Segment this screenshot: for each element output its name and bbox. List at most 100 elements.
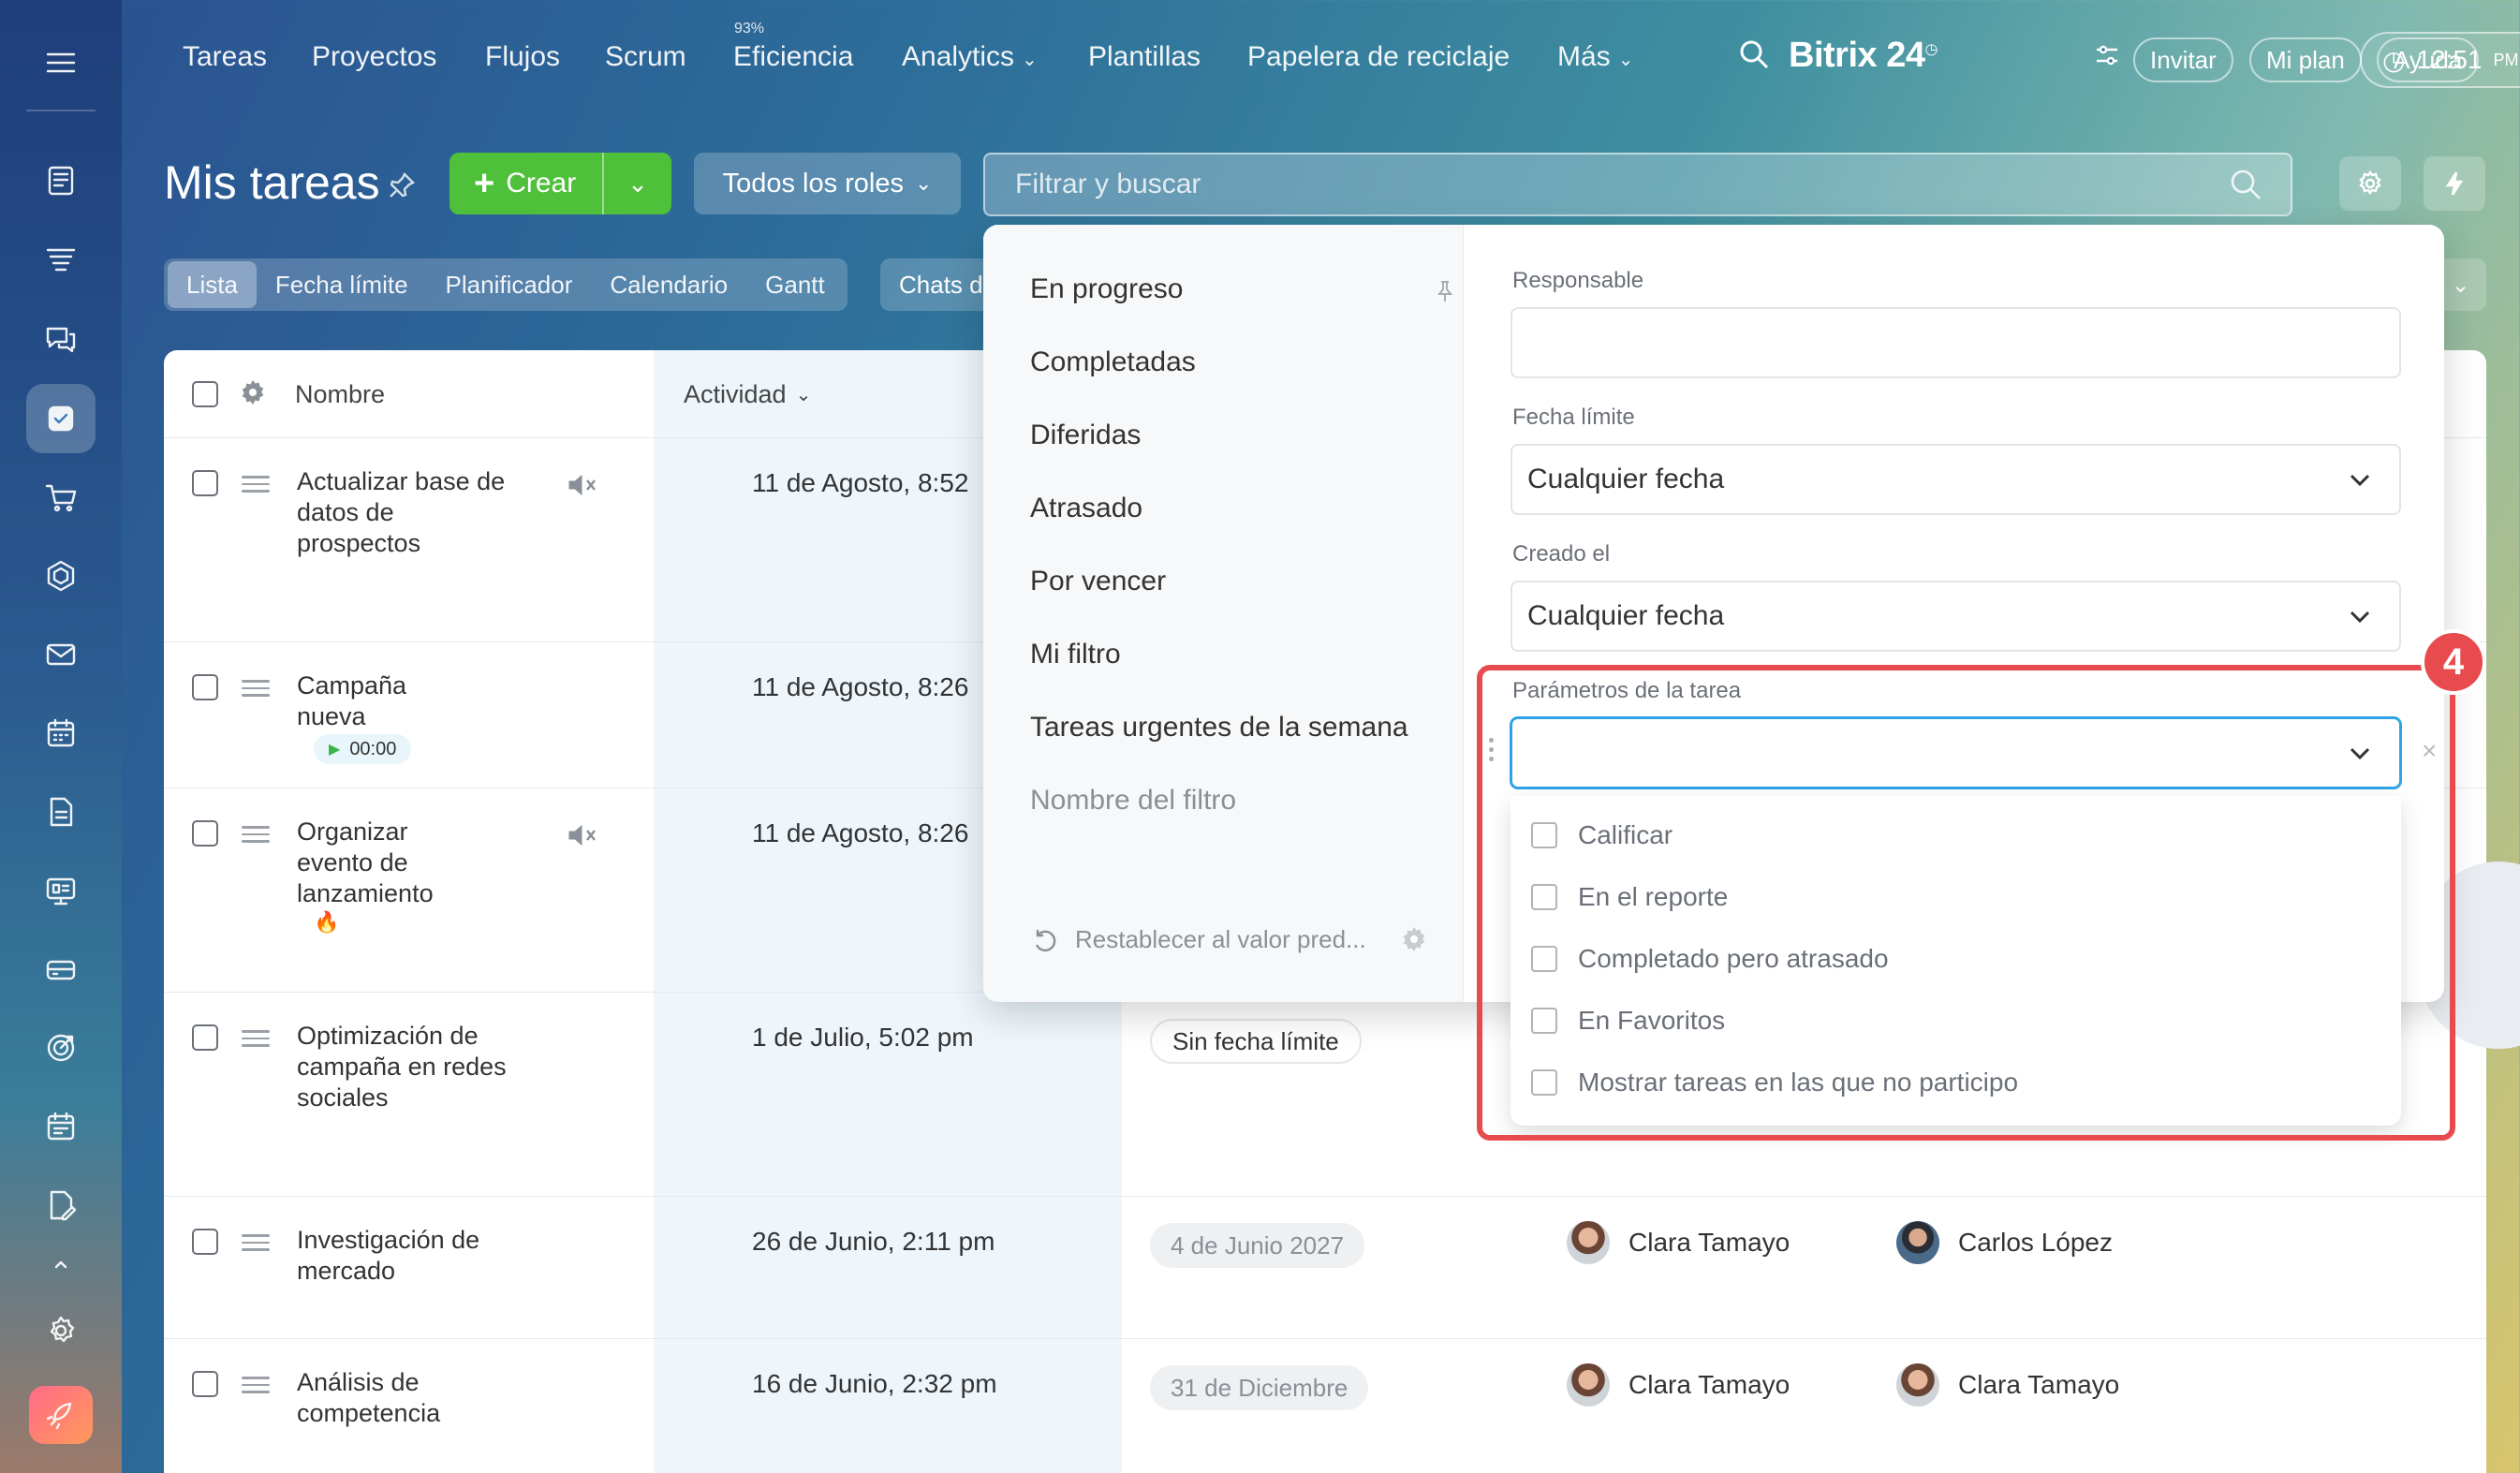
nav-efficiency[interactable]: Eficiencia	[733, 41, 853, 73]
mute-icon[interactable]	[567, 822, 600, 850]
pin-icon[interactable]	[387, 170, 419, 202]
task-name[interactable]: Optimización de campaña en redes sociale…	[297, 1021, 512, 1113]
workstation-icon[interactable]	[26, 856, 96, 925]
create-dropdown-chevron-icon[interactable]: ⌄	[604, 169, 671, 199]
drag-handle-icon[interactable]	[242, 1234, 270, 1251]
preset-my-filter[interactable]: Mi filtro	[1030, 639, 1121, 670]
drag-handle-icon[interactable]	[242, 826, 270, 843]
preset-in-progress[interactable]: En progreso	[1030, 273, 1183, 305]
preset-deferred[interactable]: Diferidas	[1030, 420, 1141, 451]
preset-completed[interactable]: Completadas	[1030, 346, 1196, 378]
sliders-icon[interactable]	[2093, 41, 2125, 73]
deadline-badge[interactable]: 4 de Junio 2027	[1150, 1223, 1365, 1268]
preset-urgent-week[interactable]: Tareas urgentes de la semana	[1030, 712, 1408, 744]
tab-planner[interactable]: Planificador	[427, 261, 592, 308]
deadline-badge[interactable]: Sin fecha límite	[1150, 1019, 1362, 1064]
search-icon[interactable]	[2229, 168, 2264, 203]
nav-templates[interactable]: Plantillas	[1088, 41, 1201, 73]
create-main[interactable]: + Crear	[449, 153, 604, 214]
create-button[interactable]: + Crear ⌄	[449, 153, 671, 214]
task-name[interactable]: Análisis de competencia	[297, 1367, 484, 1429]
tab-list[interactable]: Lista	[168, 261, 257, 308]
tab-calendar[interactable]: Calendario	[591, 261, 746, 308]
responsible-field[interactable]	[1511, 307, 2401, 378]
deadline-select[interactable]: Cualquier fecha	[1511, 444, 2401, 515]
crm-funnel-icon[interactable]	[26, 225, 96, 294]
sign-document-icon[interactable]	[26, 1171, 96, 1240]
row-checkbox[interactable]	[192, 1371, 218, 1397]
nav-tasks[interactable]: Tareas	[183, 41, 267, 73]
preset-due-soon[interactable]: Por vencer	[1030, 566, 1166, 597]
nav-projects[interactable]: Proyectos	[312, 41, 436, 73]
chat-icon[interactable]	[26, 303, 96, 373]
tab-deadline[interactable]: Fecha límite	[257, 261, 427, 308]
nav-recycle-bin[interactable]: Papelera de reciclaje	[1247, 41, 1510, 73]
row-checkbox[interactable]	[192, 470, 218, 496]
reset-default-button[interactable]: Restablecer al valor pred...	[1030, 925, 1366, 954]
list-settings-button[interactable]	[2339, 156, 2401, 211]
hexagon-icon[interactable]	[26, 541, 96, 611]
settings-icon[interactable]	[26, 1296, 96, 1365]
responsible-person[interactable]: Clara Tamayo	[1567, 1221, 1790, 1264]
filter-search-input[interactable]: Filtrar y buscar	[983, 153, 2292, 216]
creator-name: Carlos López	[1958, 1228, 2113, 1257]
task-name[interactable]: Investigación de mercado	[297, 1225, 512, 1287]
drag-handle-icon[interactable]	[242, 1377, 270, 1393]
menu-icon[interactable]	[26, 28, 96, 97]
rocket-icon[interactable]	[29, 1386, 93, 1444]
mute-icon[interactable]	[567, 472, 600, 500]
created-select[interactable]: Cualquier fecha	[1511, 581, 2401, 652]
nav-scrum[interactable]: Scrum	[605, 41, 686, 73]
my-plan-button[interactable]: Mi plan	[2249, 37, 2362, 82]
document-icon[interactable]	[26, 777, 96, 847]
drag-handle-icon[interactable]	[242, 680, 270, 697]
tasks-icon[interactable]	[26, 384, 96, 453]
select-all-checkbox[interactable]	[192, 381, 218, 407]
automation-button[interactable]	[2424, 156, 2485, 211]
row-checkbox[interactable]	[192, 1229, 218, 1255]
calendar-icon[interactable]	[26, 699, 96, 768]
invite-button[interactable]: Invitar	[2133, 37, 2233, 82]
deadline-badge[interactable]: 31 de Diciembre	[1150, 1365, 1369, 1410]
work-clock[interactable]: ◷ 12:51 PM	[2360, 32, 2520, 88]
task-name[interactable]: Campaña nueva	[297, 670, 437, 732]
activity-date: 1 de Julio, 5:02 pm	[752, 1023, 974, 1052]
col-name-header[interactable]: Nombre	[295, 380, 385, 409]
col-activity-header[interactable]: Actividad ⌄	[684, 380, 811, 409]
mail-icon[interactable]	[26, 620, 96, 689]
tab-chats[interactable]: Chats d	[880, 258, 993, 311]
reset-label: Restablecer al valor pred...	[1075, 925, 1366, 953]
task-name[interactable]: Organizar evento de lanzamiento	[297, 817, 465, 909]
task-name[interactable]: Actualizar base de datos de prospectos	[297, 466, 512, 559]
nav-flows[interactable]: Flujos	[485, 41, 560, 73]
cart-icon[interactable]	[26, 463, 96, 532]
target-icon[interactable]	[26, 1013, 96, 1083]
clock-time: 12:51	[2416, 45, 2483, 74]
search-icon[interactable]	[1737, 37, 1775, 75]
drag-handle-icon[interactable]	[242, 1030, 270, 1047]
responsible-person[interactable]: Clara Tamayo	[1567, 1363, 1790, 1407]
table-row[interactable]: Análisis de competencia 16 de Junio, 2:3…	[164, 1339, 2486, 1473]
chevron-down-icon: ⌄	[915, 171, 933, 195]
column-settings-gear-icon[interactable]	[239, 378, 269, 408]
time-tracker[interactable]: ▶ 00:00	[314, 734, 412, 764]
row-checkbox[interactable]	[192, 820, 218, 847]
drag-handle-icon[interactable]	[242, 476, 270, 493]
gear-icon[interactable]	[1400, 925, 1430, 955]
booking-icon[interactable]	[26, 935, 96, 1004]
schedule-icon[interactable]	[26, 1092, 96, 1161]
row-checkbox[interactable]	[192, 1024, 218, 1051]
nav-more[interactable]: Más ⌄	[1557, 41, 1633, 73]
roles-dropdown[interactable]: Todos los roles ⌄	[694, 153, 961, 214]
creator-person[interactable]: Carlos López	[1896, 1221, 2113, 1264]
table-row[interactable]: Investigación de mercado 26 de Junio, 2:…	[164, 1197, 2486, 1339]
preset-overdue[interactable]: Atrasado	[1030, 493, 1142, 524]
creator-person[interactable]: Clara Tamayo	[1896, 1363, 2119, 1407]
row-checkbox[interactable]	[192, 674, 218, 700]
nav-analytics[interactable]: Analytics ⌄	[902, 41, 1038, 73]
collapse-chevron-icon[interactable]	[26, 1245, 96, 1283]
feed-icon[interactable]	[26, 146, 96, 215]
tab-gantt[interactable]: Gantt	[746, 261, 844, 308]
filter-name-input[interactable]: Nombre del filtro	[1030, 785, 1236, 817]
pin-icon[interactable]	[1435, 279, 1457, 305]
